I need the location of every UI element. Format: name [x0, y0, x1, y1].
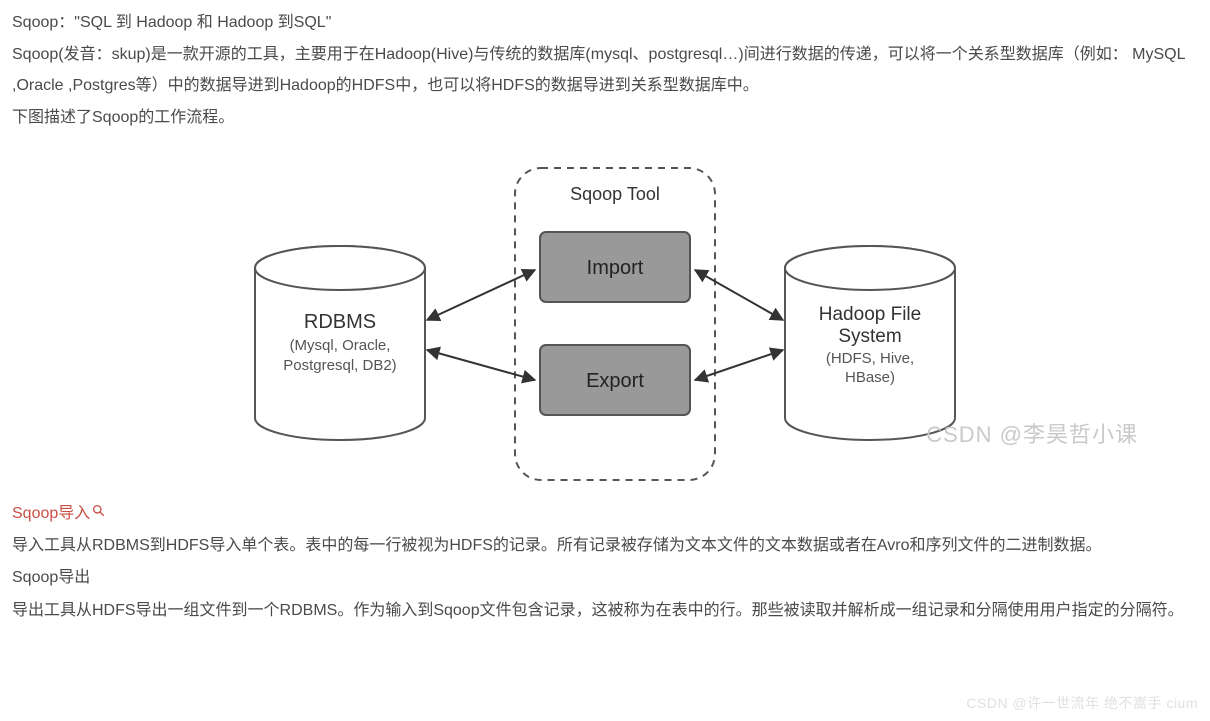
svg-text:(Mysql, Oracle,: (Mysql, Oracle,	[290, 337, 391, 354]
export-desc: 导出工具从HDFS导出一组文件到一个RDBMS。作为输入到Sqoop文件包含记录…	[12, 596, 1198, 626]
svg-text:(HDFS, Hive,: (HDFS, Hive,	[826, 350, 914, 367]
arrow-export-hadoop	[695, 350, 783, 380]
import-label: Import	[587, 257, 644, 279]
arrow-rdbms-export	[427, 350, 535, 380]
import-desc: 导入工具从RDBMS到HDFS导入单个表。表中的每一行被视为HDFS的记录。所有…	[12, 531, 1198, 561]
rdbms-cylinder: RDBMS (Mysql, Oracle, Postgresql, DB2)	[255, 246, 425, 440]
svg-text:HBase): HBase)	[845, 369, 895, 386]
intro-line-1: Sqoop："SQL 到 Hadoop 和 Hadoop 到SQL"	[12, 8, 1198, 38]
sqoop-import-link[interactable]: Sqoop导入	[12, 505, 90, 522]
export-label: Export	[586, 370, 644, 392]
intro-line-3: 下图描述了Sqoop的工作流程。	[12, 103, 1198, 133]
svg-text:Hadoop File: Hadoop File	[819, 304, 921, 325]
sqoop-workflow-diagram: RDBMS (Mysql, Oracle, Postgresql, DB2) H…	[12, 150, 1198, 490]
footer-watermark: CSDN @许一世流年 绝不嵩手 cium	[966, 690, 1198, 717]
search-icon[interactable]	[92, 498, 105, 528]
import-heading-row: Sqoop导入	[12, 498, 1198, 529]
svg-text:System: System	[838, 326, 901, 347]
export-heading: Sqoop导出	[12, 563, 1198, 593]
svg-text:Postgresql, DB2): Postgresql, DB2)	[283, 357, 396, 374]
arrow-rdbms-import	[427, 270, 535, 320]
hadoop-cylinder: Hadoop File System (HDFS, Hive, HBase)	[785, 246, 955, 440]
arrow-import-hadoop	[695, 270, 783, 320]
sqoop-tool-label: Sqoop Tool	[570, 184, 660, 204]
sqoop-tool-box	[515, 168, 715, 480]
intro-line-2: Sqoop(发音：skup)是一款开源的工具，主要用于在Hadoop(Hive)…	[12, 40, 1198, 101]
diagram-svg: RDBMS (Mysql, Oracle, Postgresql, DB2) H…	[235, 150, 975, 490]
rdbms-title: RDBMS	[304, 311, 376, 333]
